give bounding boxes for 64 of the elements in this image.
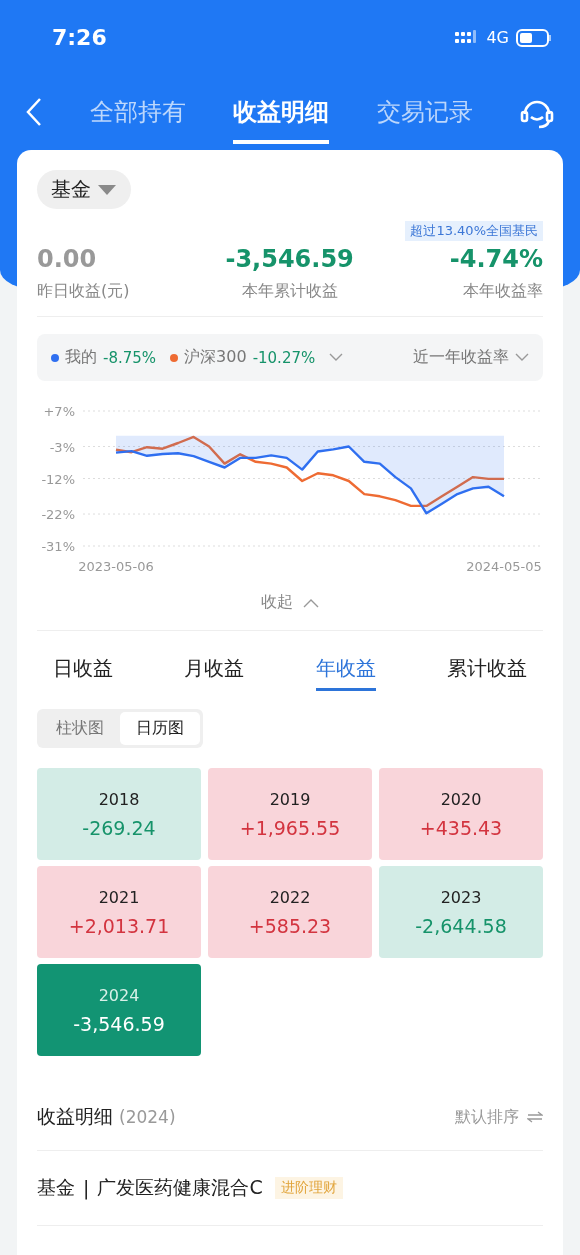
x-tick-label: 2023-05-06 xyxy=(78,559,154,574)
year-label: 2021 xyxy=(98,887,140,907)
year-value: +2,013.71 xyxy=(68,914,170,937)
period-tab[interactable]: 累计收益 xyxy=(447,655,527,691)
filter-dropdown[interactable]: 基金 xyxy=(37,170,131,209)
stat-value: 0.00 xyxy=(37,245,98,273)
year-value: -269.24 xyxy=(82,816,156,839)
back-icon[interactable] xyxy=(26,96,42,127)
period-tab[interactable]: 月收益 xyxy=(184,655,245,691)
view-option[interactable]: 日历图 xyxy=(120,712,200,745)
legend-value: -8.75% xyxy=(103,348,157,367)
year-label: 2022 xyxy=(269,887,311,907)
swap-arrows-icon xyxy=(527,1111,543,1123)
view-option[interactable]: 柱状图 xyxy=(40,712,120,745)
chevron-down-icon[interactable] xyxy=(515,353,529,362)
year-tile[interactable]: 2022 +585.23 xyxy=(208,866,372,958)
year-tile[interactable]: 2023 -2,644.58 xyxy=(379,866,543,958)
battery-icon xyxy=(516,28,552,47)
fund-name[interactable]: 广发医药健康混合C xyxy=(97,1175,263,1201)
year-label: 2024 xyxy=(98,985,140,1005)
year-tile[interactable]: 2024 -3,546.59 xyxy=(37,964,201,1056)
y-tick-label: -12% xyxy=(41,471,75,487)
y-tick-label: -31% xyxy=(41,539,75,554)
year-value: +585.23 xyxy=(248,914,332,937)
year-value: -3,546.59 xyxy=(73,1012,165,1035)
y-tick-label: -3% xyxy=(49,439,75,455)
status-time: 7:26 xyxy=(52,25,107,50)
year-value: +435.43 xyxy=(419,816,503,839)
stat-value: -4.74% xyxy=(449,245,543,273)
legend-value: -10.27% xyxy=(252,348,316,367)
nav-tab[interactable]: 收益明细 xyxy=(233,95,329,144)
fund-category: 基金 xyxy=(37,1175,75,1200)
x-tick-label: 2024-05-05 xyxy=(466,559,542,574)
period-tab[interactable]: 年收益 xyxy=(315,655,376,691)
network-label: 4G xyxy=(486,28,509,47)
chevron-down-icon[interactable] xyxy=(329,353,344,362)
period-selector[interactable]: 近一年收益率 xyxy=(413,347,509,368)
year-label: 2023 xyxy=(440,887,482,907)
fund-tag: 进阶理财 xyxy=(274,1177,343,1199)
section-title: 收益明细 xyxy=(37,1104,113,1129)
stat-label: 本年收益率 xyxy=(463,281,543,302)
legend-name: 沪深300 xyxy=(184,347,247,368)
chevron-up-icon xyxy=(303,597,319,608)
year-label: 2020 xyxy=(440,789,482,809)
year-label: 2019 xyxy=(269,789,311,809)
dropdown-caret-icon xyxy=(97,183,117,196)
year-value: +1,965.55 xyxy=(239,816,341,839)
year-value: -2,644.58 xyxy=(415,914,507,937)
stat-value: -3,546.59 xyxy=(225,245,354,273)
stat-label: 昨日收益(元) xyxy=(37,281,130,302)
year-tile[interactable]: 2019 +1,965.55 xyxy=(208,768,372,860)
section-year: (2024) xyxy=(119,1107,176,1127)
collapse-button[interactable]: 收起 xyxy=(255,591,325,614)
separator: | xyxy=(83,1177,90,1199)
legend-name: 我的 xyxy=(65,347,97,368)
year-label: 2018 xyxy=(98,789,140,809)
rank-badge: 超过13.40%全国基民 xyxy=(405,221,543,241)
year-tile[interactable]: 2020 +435.43 xyxy=(379,768,543,860)
period-tab[interactable]: 日收益 xyxy=(53,655,113,691)
stat-label: 本年累计收益 xyxy=(241,281,338,302)
y-tick-label: +7% xyxy=(43,404,75,419)
year-tile[interactable]: 2018 -269.24 xyxy=(37,768,201,860)
year-tile[interactable]: 2021 +2,013.71 xyxy=(37,866,201,958)
y-tick-label: -22% xyxy=(41,507,75,523)
